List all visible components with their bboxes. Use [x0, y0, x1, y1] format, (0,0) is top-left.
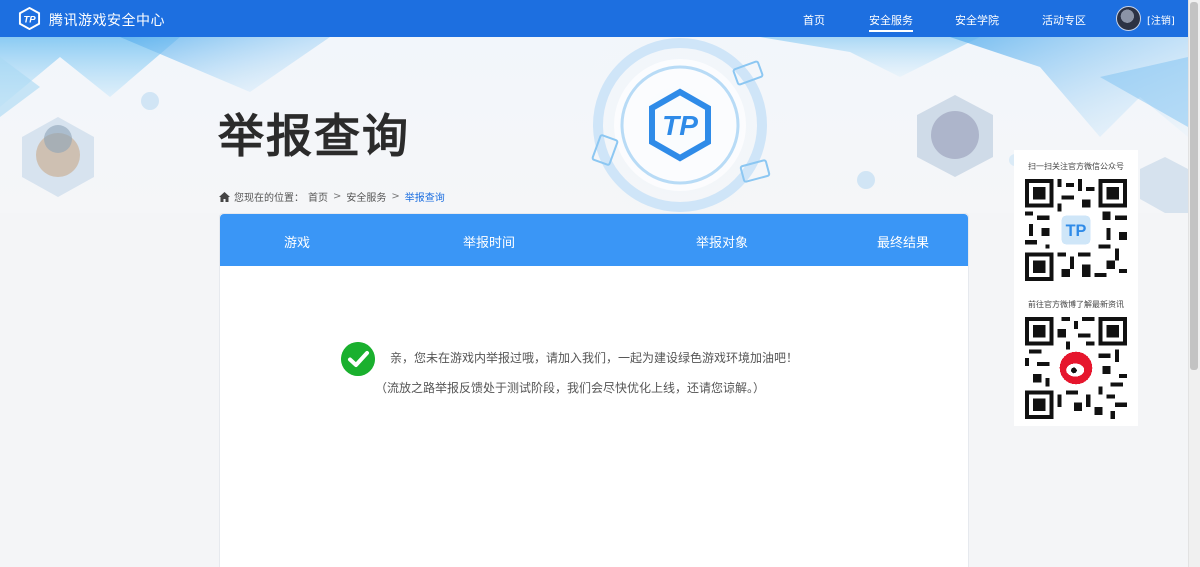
- banner-background: TP: [0, 37, 1188, 213]
- breadcrumb-prefix: 您现在的位置：: [234, 193, 304, 204]
- empty-state-message: 亲，您未在游戏内举报过哦，请加入我们，一起为建设绿色游戏环境加油吧！: [390, 351, 799, 365]
- svg-text:TP: TP: [662, 110, 698, 141]
- weibo-caption: 前往官方微博了解最新资讯: [1028, 300, 1124, 309]
- nav-home[interactable]: 首页: [803, 12, 825, 28]
- nav-security-service[interactable]: 安全服务: [869, 12, 913, 32]
- logout-link[interactable]: [注销]: [1147, 12, 1175, 27]
- report-query-card: 游戏 举报时间 举报对象 最终结果 亲，您未在游戏内举报过哦，请加入我们，一起为…: [219, 213, 969, 567]
- breadcrumb-separator: >: [333, 191, 342, 202]
- home-icon: [219, 191, 230, 202]
- breadcrumb: 您现在的位置： 首页 > 安全服务 > 举报查询: [219, 189, 445, 204]
- qr-sidebar: 扫一扫关注官方微信公众号 TP 前往官方微博了解最新资讯: [1014, 150, 1138, 426]
- check-circle-icon: [341, 342, 375, 376]
- column-header-report-time: 举报时间: [463, 236, 516, 251]
- breadcrumb-separator: >: [391, 191, 400, 202]
- scrollbar-thumb[interactable]: [1190, 2, 1198, 370]
- svg-text:TP: TP: [23, 14, 36, 25]
- column-header-report-target: 举报对象: [696, 236, 749, 251]
- avatar[interactable]: [1116, 6, 1141, 31]
- weibo-qr-icon: [1025, 317, 1127, 419]
- breadcrumb-current: 举报查询: [404, 193, 445, 204]
- column-header-game: 游戏: [284, 236, 311, 251]
- nav-security-academy[interactable]: 安全学院: [955, 12, 999, 28]
- nav-events[interactable]: 活动专区: [1042, 12, 1086, 28]
- empty-state-note: （流放之路举报反馈处于测试阶段，我们会尽快优化上线，还请您谅解。）: [375, 381, 766, 395]
- wechat-qr-icon: TP: [1025, 179, 1127, 281]
- breadcrumb-home[interactable]: 首页: [308, 189, 328, 204]
- table-header: 游戏 举报时间 举报对象 最终结果: [220, 214, 968, 266]
- svg-text:TP: TP: [1066, 222, 1087, 240]
- breadcrumb-security-service[interactable]: 安全服务: [346, 189, 386, 204]
- column-header-final-result: 最终结果: [877, 236, 930, 251]
- site-title[interactable]: 腾讯游戏安全中心: [49, 10, 165, 30]
- page-title: 举报查询: [218, 109, 410, 163]
- top-navbar: TP 腾讯游戏安全中心 首页 安全服务 安全学院 活动专区 [注销]: [0, 0, 1188, 37]
- banner-decoration: TP: [0, 37, 1188, 213]
- wechat-caption: 扫一扫关注官方微信公众号: [1028, 162, 1124, 171]
- tp-logo-icon[interactable]: TP: [18, 7, 41, 30]
